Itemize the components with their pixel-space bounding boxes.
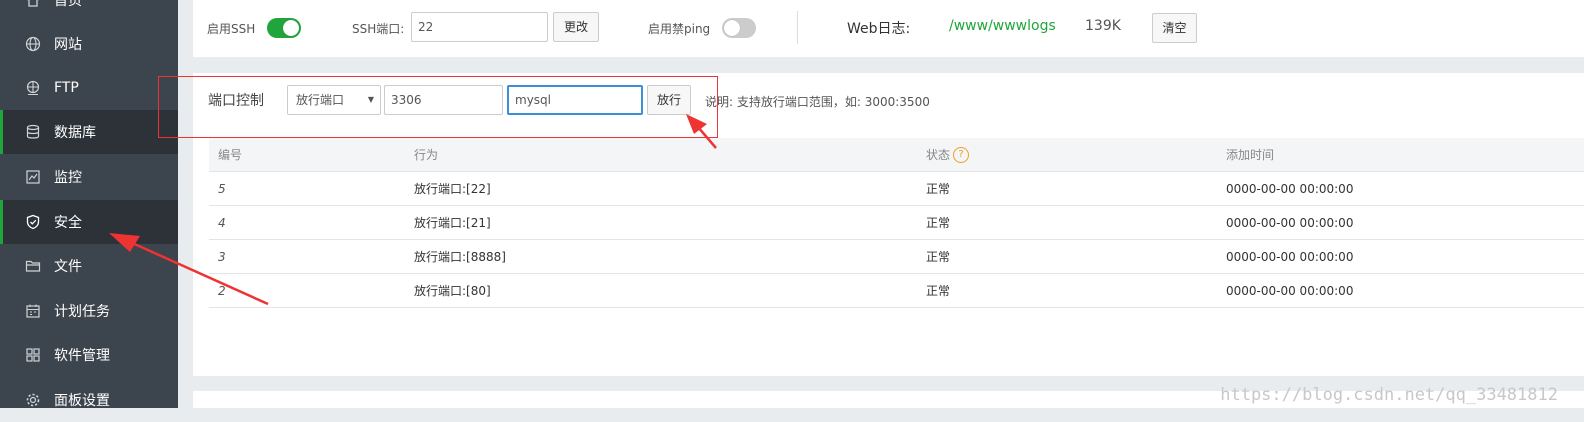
row-action: 放行端口:[21] — [414, 205, 926, 240]
ping-toggle[interactable] — [722, 18, 756, 38]
ping-label: 启用禁ping — [648, 22, 711, 36]
sidebar-item-label: 软件管理 — [54, 348, 110, 364]
column-header-status: 状态? — [926, 138, 1226, 172]
action-select[interactable]: 放行端口 ▼ — [287, 85, 381, 115]
sidebar-item-label: 文件 — [54, 259, 82, 275]
table-header-row: 编号 行为 状态? 添加时间 — [209, 138, 1584, 172]
ssh-port-input[interactable]: 22 — [411, 12, 548, 42]
clear-logs-button[interactable]: 清空 — [1152, 13, 1197, 43]
row-id: 5 — [209, 171, 414, 206]
sidebar-item-monitor[interactable]: 监控 — [0, 155, 178, 199]
sidebar-item-websites[interactable]: 网站 — [0, 22, 178, 66]
help-icon[interactable]: ? — [953, 147, 970, 164]
toggle-knob — [283, 20, 299, 36]
folder-icon — [25, 258, 41, 274]
caret-down-icon: ▼ — [367, 95, 374, 104]
allow-port-button[interactable]: 放行 — [647, 85, 691, 115]
sidebar-item-home[interactable]: 首页 — [0, 0, 178, 22]
row-time: 0000-00-00 00:00:00 — [1226, 273, 1584, 308]
row-action: 放行端口:[80] — [414, 273, 926, 308]
column-header-id: 编号 — [209, 138, 414, 172]
sidebar-item-cron[interactable]: 计划任务 — [0, 289, 178, 333]
row-id: 4 — [209, 205, 414, 240]
action-select-value: 放行端口 — [296, 93, 345, 107]
toggle-knob — [724, 20, 740, 36]
web-log-path-link[interactable]: /www/wwwlogs — [949, 18, 1056, 34]
database-icon — [25, 124, 41, 140]
shield-icon — [25, 214, 41, 230]
sidebar-item-label: 监控 — [54, 170, 82, 186]
sidebar-item-label: 网站 — [54, 37, 82, 53]
port-control-title: 端口控制 — [208, 93, 264, 109]
sidebar-item-database[interactable]: 数据库 — [0, 110, 178, 154]
ftp-icon — [25, 80, 41, 96]
table-row: 5 放行端口:[22] 正常 0000-00-00 00:00:00 — [209, 171, 1584, 206]
sidebar: 首页 网站 FTP 数据库 监控 安全 文件 计划任务 软件管理 面板设置 — [0, 0, 178, 409]
gear-icon — [25, 392, 41, 408]
row-time: 0000-00-00 00:00:00 — [1226, 171, 1584, 206]
divider — [797, 11, 798, 44]
sidebar-item-ftp[interactable]: FTP — [0, 66, 178, 110]
row-time: 0000-00-00 00:00:00 — [1226, 239, 1584, 274]
row-status: 正常 — [926, 205, 1226, 240]
sidebar-item-label: 计划任务 — [54, 304, 110, 320]
row-time: 0000-00-00 00:00:00 — [1226, 205, 1584, 240]
status-header-label: 状态 — [926, 147, 951, 162]
sidebar-item-label: 首页 — [54, 0, 82, 9]
ssh-port-label: SSH端口: — [352, 22, 405, 36]
port-range-hint: 说明: 支持放行端口范围，如: 3000:3500 — [705, 95, 930, 109]
column-header-time: 添加时间 — [1226, 138, 1584, 172]
row-action: 放行端口:[8888] — [414, 239, 926, 274]
table-row: 3 放行端口:[8888] 正常 0000-00-00 00:00:00 — [209, 239, 1584, 274]
row-id: 3 — [209, 239, 414, 274]
sidebar-item-label: 数据库 — [54, 125, 96, 141]
sidebar-item-label: 面板设置 — [54, 393, 110, 409]
table-row: 4 放行端口:[21] 正常 0000-00-00 00:00:00 — [209, 205, 1584, 240]
sidebar-item-panel-settings[interactable]: 面板设置 — [0, 378, 178, 422]
sidebar-item-software[interactable]: 软件管理 — [0, 333, 178, 377]
home-icon — [25, 0, 41, 8]
sidebar-item-security[interactable]: 安全 — [0, 200, 178, 244]
grid-icon — [25, 347, 41, 363]
monitor-icon — [25, 169, 41, 185]
port-input[interactable]: 3306 — [384, 85, 503, 115]
row-action: 放行端口:[22] — [414, 171, 926, 206]
sidebar-item-label: 安全 — [54, 215, 82, 231]
row-status: 正常 — [926, 273, 1226, 308]
remark-input[interactable]: mysql — [507, 85, 643, 115]
row-status: 正常 — [926, 171, 1226, 206]
watermark: https://blog.csdn.net/qq_33481812 — [1220, 385, 1558, 405]
sidebar-item-label: FTP — [54, 80, 79, 96]
web-log-label: Web日志: — [847, 21, 911, 37]
change-port-button[interactable]: 更改 — [553, 12, 599, 42]
calendar-icon — [25, 303, 41, 319]
row-id: 2 — [209, 273, 414, 308]
ssh-toggle[interactable] — [267, 18, 301, 38]
table-row: 2 放行端口:[80] 正常 0000-00-00 00:00:00 — [209, 273, 1584, 308]
sidebar-item-files[interactable]: 文件 — [0, 244, 178, 288]
web-log-size: 139K — [1085, 18, 1121, 34]
port-rules-table: 编号 行为 状态? 添加时间 5 放行端口:[22] 正常 0000-00-00… — [209, 138, 1584, 308]
row-status: 正常 — [926, 239, 1226, 274]
ssh-label: 启用SSH — [207, 22, 256, 36]
column-header-action: 行为 — [414, 138, 926, 172]
globe-icon — [25, 36, 41, 52]
